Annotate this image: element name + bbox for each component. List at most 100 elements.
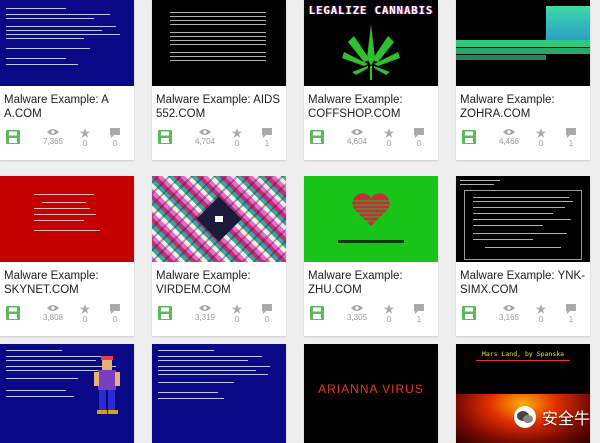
floppy-disk-icon[interactable] bbox=[6, 130, 20, 144]
views-count: 4,466 bbox=[498, 137, 520, 146]
watermark: 安全牛 bbox=[513, 405, 590, 429]
comments-count: 0 bbox=[112, 315, 118, 324]
card-zohra[interactable]: Malware Example: ZOHRA.COM 4,466 0 1 bbox=[456, 0, 590, 160]
thumbnail[interactable] bbox=[0, 344, 134, 443]
comment-icon bbox=[414, 128, 424, 138]
card-row3-1[interactable] bbox=[0, 344, 134, 443]
views-stat: 3,305 bbox=[342, 304, 372, 323]
eye-icon bbox=[351, 129, 363, 135]
floppy-disk-icon[interactable] bbox=[462, 306, 476, 320]
stars-stat[interactable]: 0 bbox=[70, 128, 100, 149]
star-icon bbox=[80, 304, 90, 314]
comments-count: 0 bbox=[112, 139, 118, 148]
comments-count: 1 bbox=[264, 139, 270, 148]
thumbnail[interactable] bbox=[152, 176, 286, 262]
card-stats: 3,305 0 1 bbox=[304, 303, 438, 329]
floppy-disk-icon[interactable] bbox=[6, 306, 20, 320]
comments-stat[interactable]: 0 bbox=[404, 128, 434, 149]
comments-stat[interactable]: 1 bbox=[556, 128, 586, 149]
card-title[interactable]: Malware Example: YNK-SIMX.COM bbox=[460, 269, 588, 297]
card-ynk-simx[interactable]: Malware Example: YNK-SIMX.COM 3,165 0 1 bbox=[456, 176, 590, 336]
star-icon bbox=[536, 128, 546, 138]
card-title[interactable]: Malware Example: AIDS 552.COM bbox=[156, 93, 284, 121]
floppy-disk-icon[interactable] bbox=[310, 306, 324, 320]
views-count: 4,704 bbox=[194, 137, 216, 146]
stars-stat[interactable]: 0 bbox=[526, 304, 556, 325]
comments-stat[interactable]: 0 bbox=[252, 304, 282, 325]
views-stat: 4,604 bbox=[342, 128, 372, 147]
floppy-disk-icon[interactable] bbox=[158, 130, 172, 144]
views-count: 3,808 bbox=[42, 313, 64, 322]
thumbnail[interactable] bbox=[456, 0, 590, 86]
stars-count: 0 bbox=[386, 315, 392, 324]
stars-count: 0 bbox=[234, 139, 240, 148]
thumbnail[interactable] bbox=[152, 344, 286, 443]
eye-icon bbox=[199, 129, 211, 135]
thumbnail[interactable]: LEGALIZE CANNABIS bbox=[304, 0, 438, 86]
stars-stat[interactable]: 0 bbox=[374, 304, 404, 325]
star-icon bbox=[536, 304, 546, 314]
views-count: 3,165 bbox=[498, 313, 520, 322]
comments-stat[interactable]: 0 bbox=[100, 304, 130, 325]
thumbnail[interactable] bbox=[0, 176, 134, 262]
stars-count: 0 bbox=[538, 139, 544, 148]
floppy-disk-icon[interactable] bbox=[158, 306, 172, 320]
card-title[interactable]: Malware Example: ZHU.COM bbox=[308, 269, 436, 297]
card-stats: 4,604 0 0 bbox=[304, 127, 438, 153]
floppy-disk-icon[interactable] bbox=[462, 130, 476, 144]
comment-icon bbox=[110, 128, 120, 138]
comments-count: 0 bbox=[264, 315, 270, 324]
card-title[interactable]: Malware Example: VIRDEM.COM bbox=[156, 269, 284, 297]
card-virdem[interactable]: Malware Example: VIRDEM.COM 3,319 0 0 bbox=[152, 176, 286, 336]
comments-stat[interactable]: 1 bbox=[252, 128, 282, 149]
views-stat: 3,808 bbox=[38, 304, 68, 323]
card-aa[interactable]: Malware Example: A A.COM 7,365 0 0 bbox=[0, 0, 134, 160]
comments-stat[interactable]: 0 bbox=[100, 128, 130, 149]
card-stats: 3,319 0 0 bbox=[152, 303, 286, 329]
star-icon bbox=[384, 128, 394, 138]
thumbnail[interactable] bbox=[0, 0, 134, 86]
stars-count: 0 bbox=[82, 139, 88, 148]
views-count: 4,604 bbox=[346, 137, 368, 146]
star-icon bbox=[80, 128, 90, 138]
thumbnail-caption: Mars Land, by Spanska bbox=[481, 350, 565, 358]
thumbnail-caption: ARIANNA VIRUS bbox=[318, 382, 424, 396]
comment-icon bbox=[110, 304, 120, 314]
comments-stat[interactable]: 1 bbox=[556, 304, 586, 325]
stars-stat[interactable]: 0 bbox=[70, 304, 100, 325]
thumbnail[interactable] bbox=[456, 176, 590, 262]
views-stat: 3,319 bbox=[190, 304, 220, 323]
star-icon bbox=[232, 304, 242, 314]
thumbnail[interactable] bbox=[152, 0, 286, 86]
card-coffshop[interactable]: LEGALIZE CANNABIS Malware Example: COFFS… bbox=[304, 0, 438, 160]
cannabis-leaf-icon bbox=[342, 24, 400, 80]
card-title[interactable]: Malware Example: A A.COM bbox=[4, 93, 132, 121]
card-stats: 7,365 0 0 bbox=[0, 127, 134, 153]
card-stats: 3,808 0 0 bbox=[0, 303, 134, 329]
stars-count: 0 bbox=[538, 315, 544, 324]
card-title[interactable]: Malware Example: ZOHRA.COM bbox=[460, 93, 588, 121]
card-row3-3[interactable]: ARIANNA VIRUS bbox=[304, 344, 438, 443]
stars-stat[interactable]: 0 bbox=[526, 128, 556, 149]
views-stat: 4,704 bbox=[190, 128, 220, 147]
card-skynet[interactable]: Malware Example: SKYNET.COM 3,808 0 0 bbox=[0, 176, 134, 336]
stars-stat[interactable]: 0 bbox=[222, 128, 252, 149]
floppy-disk-icon[interactable] bbox=[310, 130, 324, 144]
card-aids552[interactable]: Malware Example: AIDS 552.COM 4,704 0 1 bbox=[152, 0, 286, 160]
card-zhu[interactable]: Malware Example: ZHU.COM 3,305 0 1 bbox=[304, 176, 438, 336]
card-title[interactable]: Malware Example: SKYNET.COM bbox=[4, 269, 132, 297]
thumbnail[interactable]: ARIANNA VIRUS bbox=[304, 344, 438, 443]
thumbnail[interactable] bbox=[304, 176, 438, 262]
views-count: 3,319 bbox=[194, 313, 216, 322]
comment-icon bbox=[262, 304, 272, 314]
card-title[interactable]: Malware Example: COFFSHOP.COM bbox=[308, 93, 436, 121]
comments-stat[interactable]: 1 bbox=[404, 304, 434, 325]
card-row3-2[interactable] bbox=[152, 344, 286, 443]
comment-icon bbox=[566, 128, 576, 138]
stars-stat[interactable]: 0 bbox=[222, 304, 252, 325]
heart-icon bbox=[351, 193, 391, 226]
card-stats: 4,466 0 1 bbox=[456, 127, 590, 153]
stars-stat[interactable]: 0 bbox=[374, 128, 404, 149]
views-count: 3,305 bbox=[346, 313, 368, 322]
watermark-text: 安全牛 bbox=[541, 411, 590, 428]
